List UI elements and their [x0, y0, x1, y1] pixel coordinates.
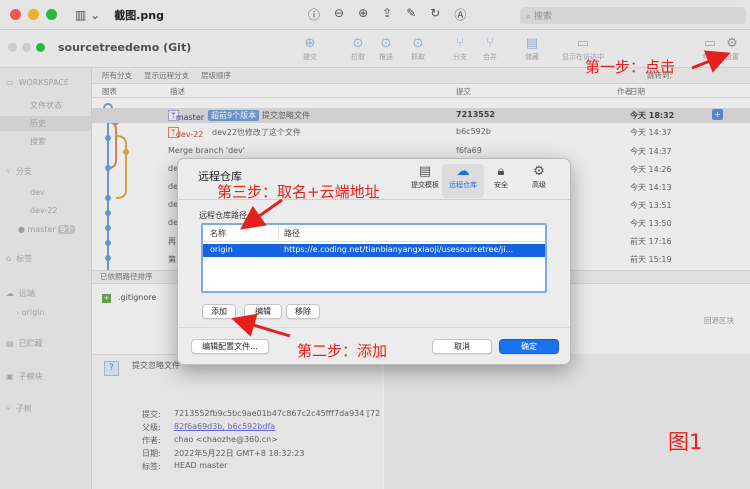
col-name: 名称	[210, 229, 226, 238]
tab-advanced[interactable]: ⚙ 高级	[518, 164, 560, 190]
tab-remotes[interactable]: ☁ 远程仓库	[442, 164, 484, 198]
col-path: 路径	[284, 229, 300, 238]
annotation-step1: 第一步：点击	[585, 58, 676, 76]
remove-remote-button[interactable]: 移除	[286, 304, 320, 319]
table-header: 名称 路径	[203, 225, 545, 242]
remotes-table[interactable]: 名称 路径 origin https://e.coding.net/tianbi…	[201, 223, 547, 293]
remote-url: https://e.coding.net/tianbianyangxiaoji/…	[284, 245, 514, 254]
column-divider	[278, 227, 279, 239]
remote-name: origin	[210, 245, 233, 254]
tab-security[interactable]: 🔒︎ 安全	[480, 164, 522, 190]
template-icon: ▤	[418, 164, 432, 179]
remote-path-label: 远程仓库路径:	[199, 211, 250, 220]
gear-icon: ⚙	[533, 164, 545, 179]
edit-remote-button[interactable]: 编辑	[244, 304, 282, 319]
cancel-button[interactable]: 取消	[432, 339, 492, 354]
annotation-step3: 第三步：取名+云端地址	[217, 183, 380, 201]
tab-commit-template[interactable]: ▤ 提交模板	[404, 164, 446, 190]
annotation-step2: 第二步：添加	[297, 342, 388, 360]
ok-button[interactable]: 确定	[499, 339, 559, 354]
cloud-icon: ☁	[456, 164, 470, 179]
lock-icon: 🔒︎	[497, 164, 505, 179]
edit-config-button[interactable]: 编辑配置文件...	[191, 339, 269, 354]
figure-label: 图1	[668, 430, 703, 454]
divider	[178, 327, 570, 328]
table-row[interactable]: origin https://e.coding.net/tianbianyang…	[203, 244, 545, 257]
add-remote-button[interactable]: 添加	[202, 304, 236, 319]
